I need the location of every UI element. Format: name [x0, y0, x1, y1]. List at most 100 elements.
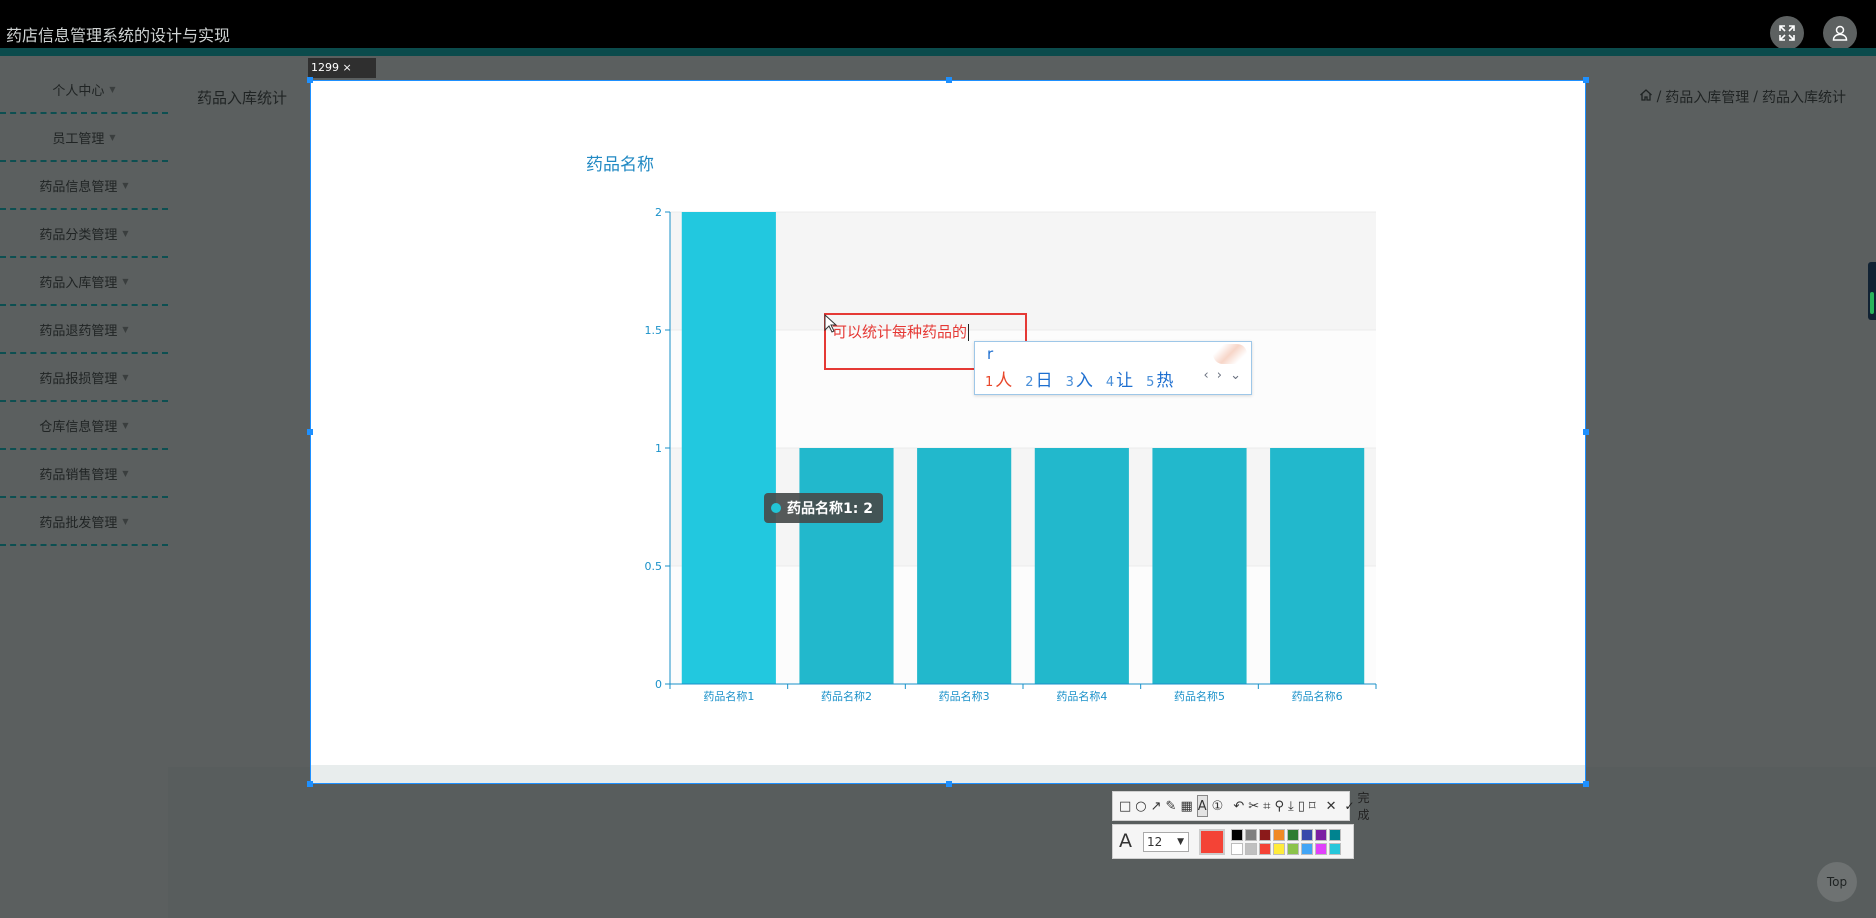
user-icon[interactable] — [1823, 16, 1857, 50]
breadcrumb: / 药品入库管理 / 药品入库统计 — [1639, 87, 1846, 107]
chevron-down-icon: ▼ — [122, 372, 129, 382]
sidebar: 个人中心 ▼ 员工管理 ▼ 药品信息管理 ▼ 药品分类管理 ▼ 药品入库管理 ▼ 药品退药… — [0, 66, 168, 546]
color-swatch[interactable] — [1259, 843, 1271, 855]
text-style-bar: A 12 ▼ — [1112, 824, 1354, 859]
resize-handle[interactable] — [1583, 781, 1589, 787]
ime-candidate[interactable]: 5热 — [1146, 366, 1173, 391]
text-annotation[interactable]: 可以统计每种药品的 — [832, 321, 970, 342]
close-icon[interactable]: ✕ — [1326, 795, 1337, 817]
arrow-tool-icon[interactable]: ↗ — [1151, 795, 1162, 817]
sidebar-item-staff[interactable]: 员工管理 ▼ — [0, 114, 168, 162]
color-swatch[interactable] — [1315, 843, 1327, 855]
color-swatch[interactable] — [1315, 829, 1327, 841]
ellipse-tool-icon[interactable]: ○ — [1135, 795, 1146, 817]
rectangle-tool-icon[interactable]: □ — [1119, 795, 1131, 817]
fullscreen-icon[interactable] — [1770, 16, 1804, 50]
text-tool-icon[interactable]: A — [1196, 795, 1208, 817]
number-tool-icon[interactable]: ① — [1212, 795, 1224, 817]
chart-title: 药品名称 — [586, 155, 654, 175]
resize-handle[interactable] — [307, 77, 313, 83]
scrollbar-thumb[interactable] — [1868, 262, 1876, 320]
home-icon[interactable] — [1639, 88, 1653, 106]
long-screenshot-icon[interactable]: ▯ — [1298, 795, 1305, 817]
mouse-pointer-icon — [824, 314, 838, 333]
bookmark-icon[interactable]: ⌑ — [1309, 795, 1316, 817]
header-accent-bar — [0, 48, 1876, 56]
color-swatch[interactable] — [1259, 829, 1271, 841]
pen-tool-icon[interactable]: ✎ — [1166, 795, 1177, 817]
scan-icon[interactable]: ⌗ — [1263, 795, 1270, 817]
bar — [681, 212, 776, 684]
sidebar-item-personal-center[interactable]: 个人中心 ▼ — [0, 66, 168, 114]
top-bar: 药店信息管理系统的设计与实现 — [0, 0, 1876, 56]
color-swatch[interactable] — [1329, 843, 1341, 855]
color-swatch[interactable] — [1231, 829, 1243, 841]
resize-handle[interactable] — [946, 781, 952, 787]
ime-page-nav[interactable]: ‹ › ⌄ — [1203, 368, 1243, 383]
pin-icon[interactable]: ⚲ — [1274, 795, 1284, 817]
color-swatch[interactable] — [1329, 829, 1341, 841]
resize-handle[interactable] — [1583, 429, 1589, 435]
sidebar-item-drug-sales[interactable]: 药品销售管理 ▼ — [0, 450, 168, 498]
bar — [917, 448, 1012, 684]
color-swatch[interactable] — [1273, 843, 1285, 855]
bar-chart: 药品名称 0 0.5 1 1.5 2 药品名称1 药品名称2 药品名称3 药品名称4 药品名称5 药品… — [586, 155, 1377, 703]
color-swatch[interactable] — [1231, 843, 1243, 855]
color-swatch[interactable] — [1245, 843, 1257, 855]
resize-handle[interactable] — [946, 77, 952, 83]
resize-handle[interactable] — [307, 781, 313, 787]
y-tick-label: 0.5 — [645, 560, 663, 573]
done-button[interactable]: ✓ 完成 — [1340, 789, 1373, 823]
screenshot-selection[interactable]: 药品名称 0 0.5 1 1.5 2 药品名称1 药品名称2 药品名称3 药品名称4 药品名称5 药品… — [307, 77, 1589, 787]
breadcrumb-item: 药品入库统计 — [1762, 90, 1846, 106]
resize-handle[interactable] — [1583, 77, 1589, 83]
breadcrumb-separator: / — [1656, 89, 1662, 105]
y-tick-label: 0 — [655, 678, 662, 691]
page-title: 药品入库统计 — [197, 89, 288, 107]
sidebar-item-drug-wholesale[interactable]: 药品批发管理 ▼ — [0, 498, 168, 546]
bar — [1270, 448, 1365, 684]
resize-handle[interactable] — [307, 429, 313, 435]
ime-candidate[interactable]: 4让 — [1106, 366, 1133, 391]
chevron-down-icon: ▼ — [109, 84, 116, 94]
x-tick-label: 药品名称6 — [1292, 689, 1343, 703]
chevron-down-icon: ▼ — [122, 276, 129, 286]
ime-candidate[interactable]: 3入 — [1066, 366, 1093, 391]
download-icon[interactable]: ⤓ — [1288, 795, 1294, 817]
content-footer-area — [168, 767, 1876, 918]
sidebar-item-drug-category[interactable]: 药品分类管理 ▼ — [0, 210, 168, 258]
x-tick-label: 药品名称1 — [703, 689, 754, 703]
sidebar-item-drug-damage[interactable]: 药品报损管理 ▼ — [0, 354, 168, 402]
color-swatch[interactable] — [1287, 829, 1299, 841]
series-dot-icon — [771, 503, 781, 513]
sidebar-item-drug-return[interactable]: 药品退药管理 ▼ — [0, 306, 168, 354]
mosaic-tool-icon[interactable]: ▦ — [1180, 795, 1192, 817]
y-tick-label: 1.5 — [645, 324, 663, 337]
check-icon: ✓ — [1344, 799, 1355, 813]
sidebar-item-warehouse[interactable]: 仓库信息管理 ▼ — [0, 402, 168, 450]
undo-icon[interactable]: ↶ — [1233, 795, 1244, 817]
scissors-icon[interactable]: ✂ — [1248, 795, 1259, 817]
bar — [799, 448, 894, 684]
color-swatch[interactable] — [1301, 843, 1313, 855]
color-palette — [1231, 829, 1341, 855]
back-to-top-button[interactable]: Top — [1817, 862, 1857, 902]
y-tick-label: 1 — [655, 442, 662, 455]
color-swatch[interactable] — [1301, 829, 1313, 841]
ime-candidate-window[interactable]: r 1人 2日 3入 4让 5热 ‹ › ⌄ — [974, 341, 1252, 395]
current-color-swatch[interactable] — [1199, 829, 1225, 855]
sidebar-item-drug-inbound[interactable]: 药品入库管理 ▼ — [0, 258, 168, 306]
color-swatch[interactable] — [1245, 829, 1257, 841]
text-cursor — [968, 324, 970, 341]
ime-candidate[interactable]: 1人 — [985, 366, 1012, 391]
sidebar-item-drug-info[interactable]: 药品信息管理 ▼ — [0, 162, 168, 210]
breadcrumb-item[interactable]: 药品入库管理 — [1665, 87, 1749, 107]
color-swatch[interactable] — [1273, 829, 1285, 841]
font-size-select[interactable]: 12 ▼ — [1143, 832, 1189, 852]
font-icon: A — [1119, 830, 1132, 852]
ime-candidate[interactable]: 2日 — [1025, 366, 1052, 391]
chevron-down-icon: ▼ — [122, 180, 129, 190]
color-swatch[interactable] — [1287, 843, 1299, 855]
chevron-down-icon: ▼ — [122, 516, 129, 526]
chevron-down-icon: ▼ — [109, 132, 116, 142]
